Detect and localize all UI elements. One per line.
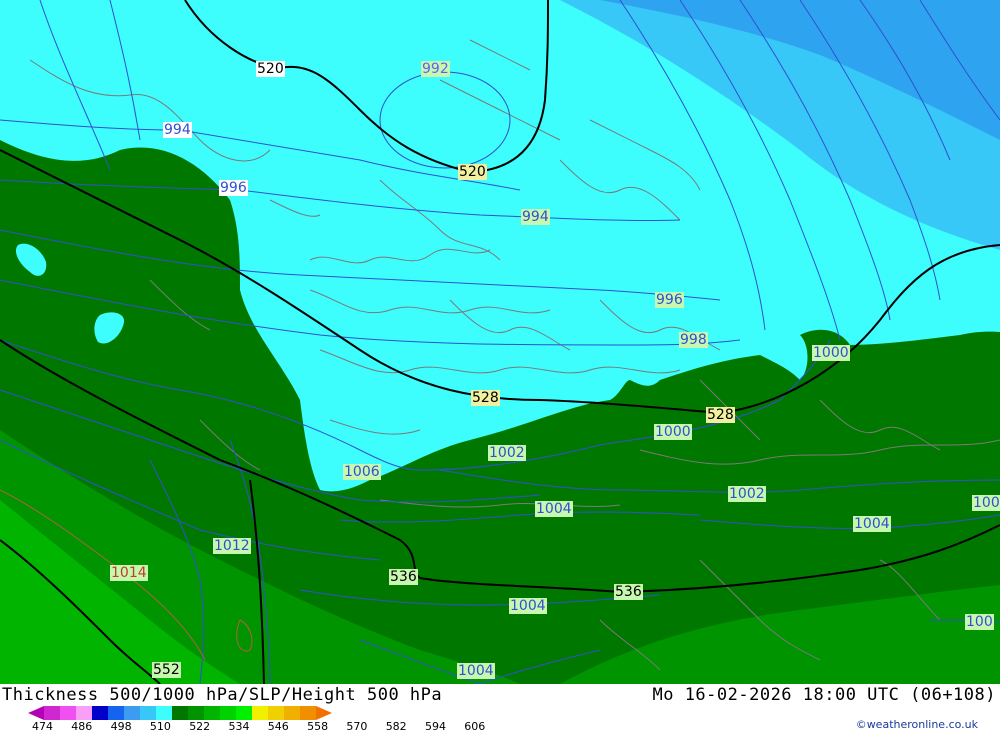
scale-tick-label: 582 bbox=[385, 720, 407, 733]
scale-tick-label: 594 bbox=[425, 720, 446, 733]
isobar-label: 1002 bbox=[728, 486, 766, 502]
scale-tick-label: 486 bbox=[71, 720, 93, 733]
scale-swatch bbox=[204, 706, 220, 720]
scale-swatch bbox=[108, 706, 124, 720]
isobar-label: 1000 bbox=[812, 345, 850, 361]
scale-swatch bbox=[316, 706, 332, 720]
isobar-label: 998 bbox=[679, 332, 708, 348]
scale-swatch bbox=[92, 706, 108, 720]
scale-tick-label: 558 bbox=[307, 720, 329, 733]
isobar-label: 996 bbox=[655, 292, 684, 308]
scale-tick-label: 570 bbox=[346, 720, 368, 733]
isobar-label: 1012 bbox=[213, 538, 251, 554]
weather-map: 992 994 994 996 996 998 1000 1000 1002 1… bbox=[0, 0, 1000, 684]
scale-swatch bbox=[76, 706, 92, 720]
isobar-label: 1006 bbox=[343, 464, 381, 480]
isobar-label: 992 bbox=[421, 61, 450, 77]
credit-text: ©weatheronline.co.uk bbox=[855, 718, 978, 731]
isobar-label: 100 bbox=[965, 614, 994, 630]
isobar-label: 1014 bbox=[110, 565, 148, 581]
isobar-label: 994 bbox=[163, 122, 192, 138]
scale-tick-label: 534 bbox=[228, 720, 250, 733]
height-label: 536 bbox=[389, 569, 418, 585]
scale-swatch bbox=[28, 706, 44, 720]
isobar-label: 100 bbox=[972, 495, 1000, 511]
height-label: 536 bbox=[614, 584, 643, 600]
scale-swatch bbox=[140, 706, 156, 720]
scale-tick-label: 510 bbox=[149, 720, 171, 733]
scale-swatch bbox=[300, 706, 316, 720]
isobar-label: 1004 bbox=[853, 516, 891, 532]
scale-swatch bbox=[172, 706, 188, 720]
scale-tick-label: 498 bbox=[110, 720, 132, 733]
scale-swatch bbox=[220, 706, 236, 720]
isobar-label: 994 bbox=[521, 209, 550, 225]
height-label: 528 bbox=[706, 407, 735, 423]
isobar-label: 1000 bbox=[654, 424, 692, 440]
scale-tick-label: 606 bbox=[464, 720, 486, 733]
isobar-label: 1004 bbox=[457, 663, 495, 679]
scale-swatch bbox=[60, 706, 76, 720]
map-title: Thickness 500/1000 hPa/SLP/Height 500 hP… bbox=[2, 685, 443, 705]
scale-tick-label: 546 bbox=[267, 720, 289, 733]
height-label: 520 bbox=[458, 164, 487, 180]
map-datetime: Mo 16-02-2026 18:00 UTC (06+108) bbox=[652, 685, 996, 705]
scale-swatch bbox=[156, 706, 172, 720]
isobar-label: 1004 bbox=[509, 598, 547, 614]
scale-swatch bbox=[268, 706, 284, 720]
scale-tick-label: 474 bbox=[32, 720, 53, 733]
scale-tick-label: 522 bbox=[189, 720, 211, 733]
isobar-label: 1002 bbox=[488, 445, 526, 461]
height-label: 528 bbox=[471, 390, 500, 406]
color-scale bbox=[28, 706, 332, 720]
scale-swatch bbox=[252, 706, 268, 720]
isobar-label: 996 bbox=[219, 180, 248, 196]
height-label: 520 bbox=[256, 61, 285, 77]
scale-swatch bbox=[44, 706, 60, 720]
scale-swatch bbox=[284, 706, 300, 720]
isobar-label: 1004 bbox=[535, 501, 573, 517]
footer: Thickness 500/1000 hPa/SLP/Height 500 hP… bbox=[0, 684, 1000, 733]
scale-swatch bbox=[124, 706, 140, 720]
scale-swatch bbox=[236, 706, 252, 720]
height-label: 552 bbox=[152, 662, 181, 678]
map-svg bbox=[0, 0, 1000, 684]
scale-swatch bbox=[188, 706, 204, 720]
